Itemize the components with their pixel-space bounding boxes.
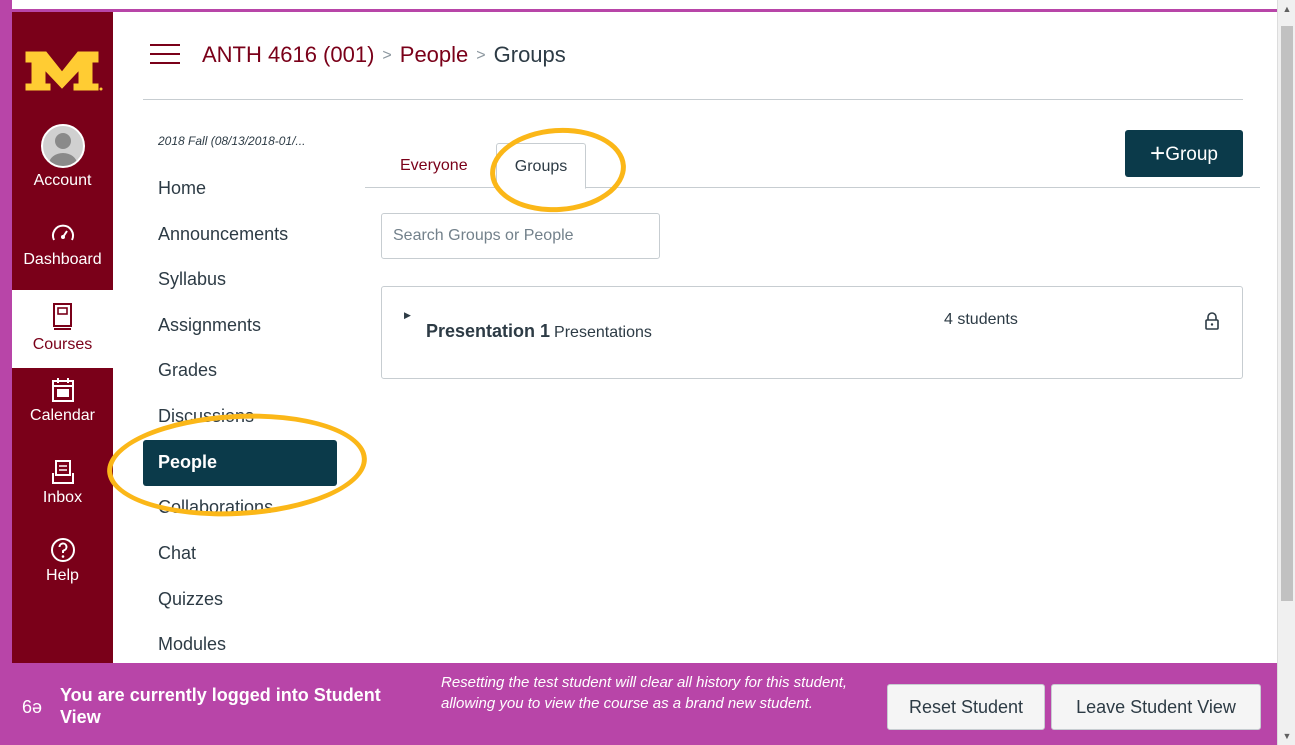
glasses-icon: 6ә <box>22 697 43 717</box>
global-nav-courses[interactable]: Courses <box>12 290 113 368</box>
group-member-count: 4 students <box>944 311 1018 328</box>
global-nav-calendar[interactable]: Calendar <box>12 377 113 455</box>
group-row[interactable]: ▶ Presentation 1 Presentations 4 students <box>381 286 1243 379</box>
global-nav-label: Dashboard <box>23 251 102 268</box>
tab-groups[interactable]: Groups <box>496 143 586 189</box>
window-top-edge <box>0 0 1277 12</box>
add-group-label: Group <box>1165 144 1218 165</box>
scroll-down-icon[interactable]: ▼ <box>1278 727 1295 745</box>
leave-student-view-button[interactable]: Leave Student View <box>1051 684 1261 730</box>
course-nav-grades[interactable]: Grades <box>143 348 337 394</box>
reset-warning-text: Resetting the test student will clear al… <box>441 674 848 712</box>
add-group-button[interactable]: +Group <box>1125 130 1243 177</box>
calendar-icon <box>51 378 74 402</box>
course-nav-home[interactable]: Home <box>143 166 337 212</box>
student-view-frame <box>0 0 12 745</box>
global-nav-label: Help <box>46 567 79 584</box>
group-category: Presentations <box>554 324 652 341</box>
course-nav-chat[interactable]: Chat <box>143 531 337 577</box>
global-nav-label: Inbox <box>42 489 83 506</box>
breadcrumb-course-link[interactable]: ANTH 4616 (001) <box>202 42 374 67</box>
global-nav-label: Courses <box>32 336 93 353</box>
course-term: 2018 Fall (08/13/2018-01/... <box>158 134 306 148</box>
lock-icon <box>1205 312 1219 330</box>
global-nav-inbox[interactable]: Inbox <box>12 459 113 537</box>
vertical-scrollbar[interactable]: ▲ ▼ <box>1277 0 1295 745</box>
scroll-up-icon[interactable]: ▲ <box>1278 0 1295 18</box>
scroll-thumb[interactable] <box>1281 26 1293 601</box>
group-name: Presentation 1 <box>426 321 551 341</box>
course-nav-people[interactable]: People <box>143 440 337 486</box>
chevron-right-icon: > <box>476 47 486 64</box>
course-nav-quizzes[interactable]: Quizzes <box>143 577 337 623</box>
inbox-icon <box>51 460 74 484</box>
university-logo[interactable] <box>12 38 113 96</box>
breadcrumb: ANTH 4616 (001) > People > Groups <box>202 42 566 68</box>
course-nav-discussions[interactable]: Discussions <box>143 394 337 440</box>
group-title: Presentation 1 Presentations <box>426 321 652 342</box>
chevron-right-icon: > <box>382 47 392 64</box>
courses-icon <box>52 303 72 330</box>
global-nav-dashboard[interactable]: Dashboard <box>12 221 113 299</box>
global-nav-label: Account <box>33 172 92 189</box>
course-menu-toggle[interactable] <box>150 44 180 68</box>
tab-everyone[interactable]: Everyone <box>383 143 485 188</box>
expand-caret-icon[interactable]: ▶ <box>404 310 411 321</box>
help-icon <box>50 538 75 562</box>
course-nav-modules[interactable]: Modules <box>143 622 337 668</box>
account-avatar <box>40 124 85 168</box>
dashboard-icon <box>51 224 74 241</box>
plus-icon: + <box>1150 138 1166 168</box>
person-icon <box>48 133 77 166</box>
search-groups-input[interactable] <box>381 213 660 259</box>
course-nav-collaborations[interactable]: Collaborations <box>143 485 337 531</box>
global-nav-account[interactable]: Account <box>12 124 113 202</box>
global-nav-help[interactable]: Help <box>12 537 113 615</box>
course-nav-announcements[interactable]: Announcements <box>143 212 337 258</box>
global-nav-label: Calendar <box>30 407 95 424</box>
header-divider <box>143 99 1243 100</box>
reset-student-button[interactable]: Reset Student <box>887 684 1045 730</box>
course-nav-assignments[interactable]: Assignments <box>143 303 337 349</box>
breadcrumb-section-link[interactable]: People <box>400 42 469 67</box>
block-m-logo-icon <box>25 51 103 91</box>
breadcrumb-current: Groups <box>493 42 566 67</box>
global-navigation: Account Dashboard Courses Calendar Inbox… <box>12 12 113 664</box>
student-view-bar: 6ә You are currently logged into Student… <box>0 663 1277 745</box>
course-nav-syllabus[interactable]: Syllabus <box>143 257 337 303</box>
student-view-message: You are currently logged into Student Vi… <box>60 685 381 727</box>
